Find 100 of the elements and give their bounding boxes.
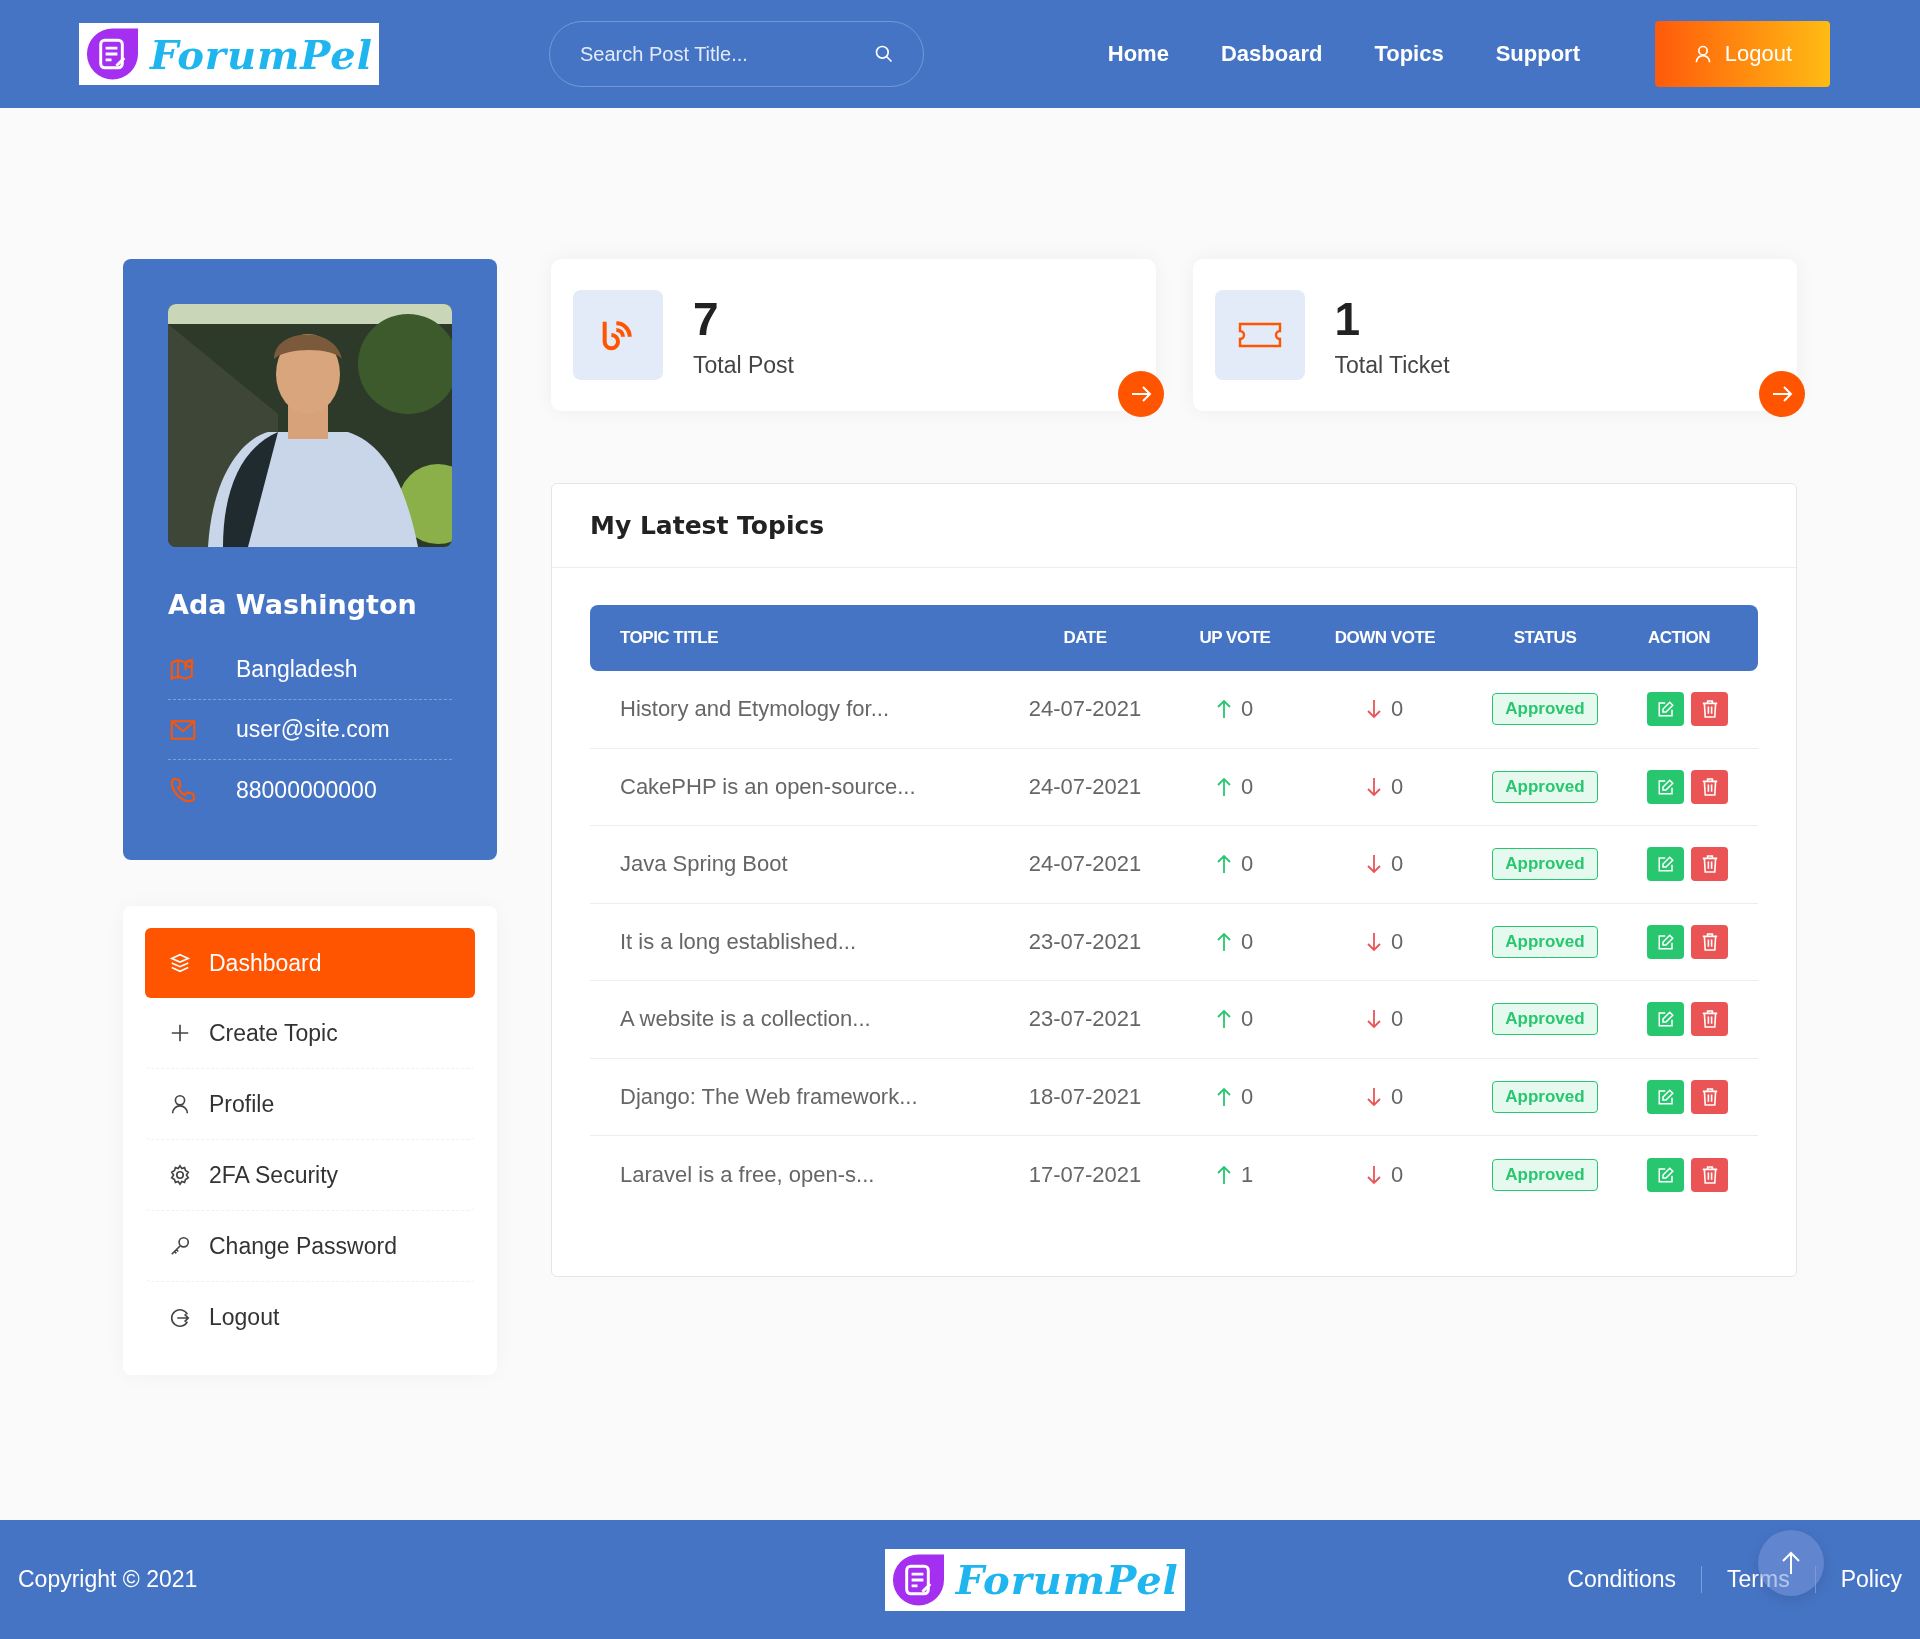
topic-title: Java Spring Boot: [620, 851, 789, 878]
vote-count: 0: [1240, 928, 1254, 955]
vote-count: 0: [1390, 773, 1404, 800]
stat-label: Total Ticket: [1334, 351, 1450, 379]
stat-label: Total Post: [693, 351, 794, 379]
arrow-up-icon: [1216, 931, 1231, 952]
column-header: UP VOTE: [1198, 628, 1272, 648]
column-header: ACTION: [1646, 628, 1712, 648]
date-cell-text: 23-07-2021: [1027, 1006, 1143, 1033]
edit-button[interactable]: [1647, 1079, 1684, 1114]
menu-item[interactable]: Dashboard: [145, 928, 475, 998]
footer-link[interactable]: Conditions: [1542, 1566, 1701, 1593]
delete-button[interactable]: [1691, 769, 1728, 804]
column-header: STATUS: [1512, 628, 1578, 648]
column-header: DOWN VOTE: [1333, 628, 1437, 648]
vote-count: 0: [1390, 851, 1404, 878]
nav-link[interactable]: Support: [1495, 41, 1580, 67]
phone-icon: [168, 775, 198, 805]
copyright-text: Copyright © 2021: [18, 1566, 198, 1593]
status-badge: Approved: [1492, 1003, 1598, 1036]
date-cell-text: 24-07-2021: [1027, 696, 1143, 723]
date-cell-text: 18-07-2021: [1027, 1083, 1143, 1110]
edit-button[interactable]: [1647, 692, 1684, 727]
delete-button[interactable]: [1691, 1002, 1728, 1037]
topic-title: A website is a collection...: [620, 1006, 872, 1033]
edit-icon: [1656, 1010, 1675, 1029]
topic-title: CakePHP is an open-source...: [620, 773, 917, 800]
delete-button[interactable]: [1691, 1157, 1728, 1192]
vote-count: 0: [1240, 696, 1254, 723]
status-badge: Approved: [1492, 1158, 1598, 1191]
menu-item[interactable]: Logout: [145, 1282, 475, 1353]
column-header: TOPIC TITLE: [620, 628, 720, 648]
vote-count: 0: [1240, 773, 1254, 800]
settings-icon: [169, 1164, 191, 1186]
arrow-down-icon: [1366, 1086, 1381, 1107]
vote-count: 0: [1390, 1083, 1404, 1110]
arrow-button[interactable]: [1117, 371, 1164, 417]
vote-count: 0: [1390, 696, 1404, 723]
search-icon[interactable]: [874, 44, 894, 64]
status-badge: Approved: [1492, 693, 1598, 726]
document-icon: [85, 26, 140, 82]
vote-count: 0: [1390, 1006, 1404, 1033]
stat-value: 7: [693, 291, 720, 346]
column-header: DATE: [1062, 628, 1108, 648]
profile-detail: 88000000000: [236, 776, 377, 804]
logout-icon: [169, 1306, 191, 1329]
edit-icon: [1656, 777, 1675, 796]
menu-item[interactable]: Create Topic: [145, 998, 475, 1069]
arrow-up-icon: [1216, 699, 1231, 720]
menu-item[interactable]: Profile: [145, 1069, 475, 1140]
trash-icon: [1701, 1010, 1718, 1029]
edit-button[interactable]: [1647, 924, 1684, 959]
vote-count: 1: [1240, 1161, 1254, 1188]
edit-button[interactable]: [1647, 847, 1684, 882]
delete-button[interactable]: [1691, 924, 1728, 959]
document-icon: [890, 1551, 946, 1608]
topic-title: Laravel is a free, open-s...: [620, 1161, 876, 1188]
edit-button[interactable]: [1647, 1002, 1684, 1037]
edit-icon: [1656, 1165, 1675, 1184]
stat-value: 1: [1334, 291, 1362, 346]
nav-link[interactable]: Topics: [1374, 41, 1444, 67]
edit-button[interactable]: [1647, 769, 1684, 804]
arrow-up-icon: [1216, 1086, 1231, 1107]
edit-icon: [1656, 700, 1675, 719]
topic-title: It is a long established...: [620, 928, 858, 955]
profile-detail: Bangladesh: [236, 656, 358, 683]
menu-item[interactable]: Change Password: [145, 1211, 475, 1282]
footer-link[interactable]: Terms: [1701, 1566, 1815, 1593]
logo[interactable]: ForumPel: [884, 1548, 1185, 1611]
edit-button[interactable]: [1647, 1157, 1684, 1192]
trash-icon: [1701, 777, 1718, 796]
menu-item[interactable]: 2FA Security: [145, 1140, 475, 1211]
status-badge: Approved: [1492, 925, 1598, 958]
footer-link[interactable]: Policy: [1814, 1566, 1902, 1593]
edit-icon: [1656, 932, 1675, 951]
trash-icon: [1701, 855, 1718, 874]
arrow-down-icon: [1366, 776, 1381, 797]
nav-link[interactable]: Home: [1107, 41, 1169, 67]
delete-button[interactable]: [1691, 692, 1728, 727]
trash-icon: [1701, 932, 1718, 951]
logo[interactable]: ForumPel: [79, 23, 379, 85]
delete-button[interactable]: [1691, 847, 1728, 882]
arrow-down-icon: [1366, 1009, 1381, 1030]
user-name: Ada Washington: [168, 589, 418, 620]
user-icon: [169, 1093, 191, 1115]
date-cell-text: 23-07-2021: [1027, 928, 1143, 955]
status-badge: Approved: [1492, 770, 1598, 803]
date-cell-text: 24-07-2021: [1027, 773, 1143, 800]
arrow-down-icon: [1366, 931, 1381, 952]
vote-count: 0: [1240, 1083, 1254, 1110]
vote-count: 0: [1390, 1161, 1404, 1188]
nav-link[interactable]: Dasboard: [1220, 41, 1323, 67]
arrow-up-icon: [1216, 1164, 1231, 1185]
status-badge: Approved: [1492, 848, 1598, 881]
trash-icon: [1701, 700, 1718, 719]
delete-button[interactable]: [1691, 1079, 1728, 1114]
arrow-button[interactable]: [1759, 371, 1805, 417]
trash-icon: [1701, 1087, 1718, 1106]
edit-icon: [1656, 1087, 1675, 1106]
date-cell-text: 24-07-2021: [1027, 851, 1143, 878]
